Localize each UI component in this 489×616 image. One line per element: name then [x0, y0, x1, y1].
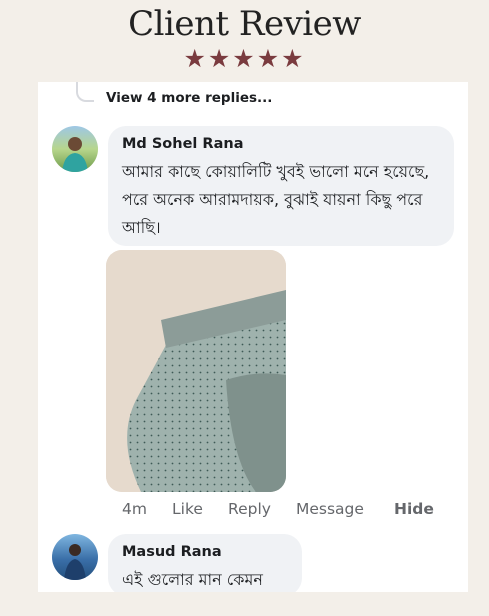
page-title: Client Review: [128, 4, 361, 44]
comment-bubble: Masud Rana এই গুলোর মান কেমন: [108, 534, 302, 592]
comment-author[interactable]: Masud Rana: [122, 544, 222, 560]
avatar[interactable]: [52, 534, 98, 580]
product-photo-icon: [106, 250, 286, 492]
comment-timestamp[interactable]: 4m: [122, 500, 172, 518]
view-more-replies-link[interactable]: View 4 more replies...: [106, 90, 272, 106]
message-button[interactable]: Message: [296, 500, 394, 518]
avatar[interactable]: [52, 126, 98, 172]
thread-connector: [76, 82, 94, 102]
reply-button[interactable]: Reply: [228, 500, 296, 518]
comment-text: আমার কাছে কোয়ালিটি খুবই ভালো মনে হয়েছে…: [122, 162, 430, 237]
comment-author[interactable]: Md Sohel Rana: [122, 136, 244, 152]
comment-photo[interactable]: [106, 250, 286, 492]
review-page: Client Review ★★★★★ View 4 more replies.…: [0, 0, 489, 616]
person-avatar-icon: [62, 137, 88, 172]
person-avatar-icon: [64, 544, 86, 580]
comment-screenshot: View 4 more replies... Md Sohel Rana আমা…: [38, 82, 468, 592]
comment-text: এই গুলোর মান কেমন: [122, 570, 263, 589]
comment-bubble: Md Sohel Rana আমার কাছে কোয়ালিটি খুবই ভ…: [108, 126, 454, 246]
comment-actions: 4m Like Reply Message Hide: [122, 500, 434, 518]
star-rating: ★★★★★: [183, 44, 306, 73]
like-button[interactable]: Like: [172, 500, 228, 518]
hide-button[interactable]: Hide: [394, 500, 434, 518]
